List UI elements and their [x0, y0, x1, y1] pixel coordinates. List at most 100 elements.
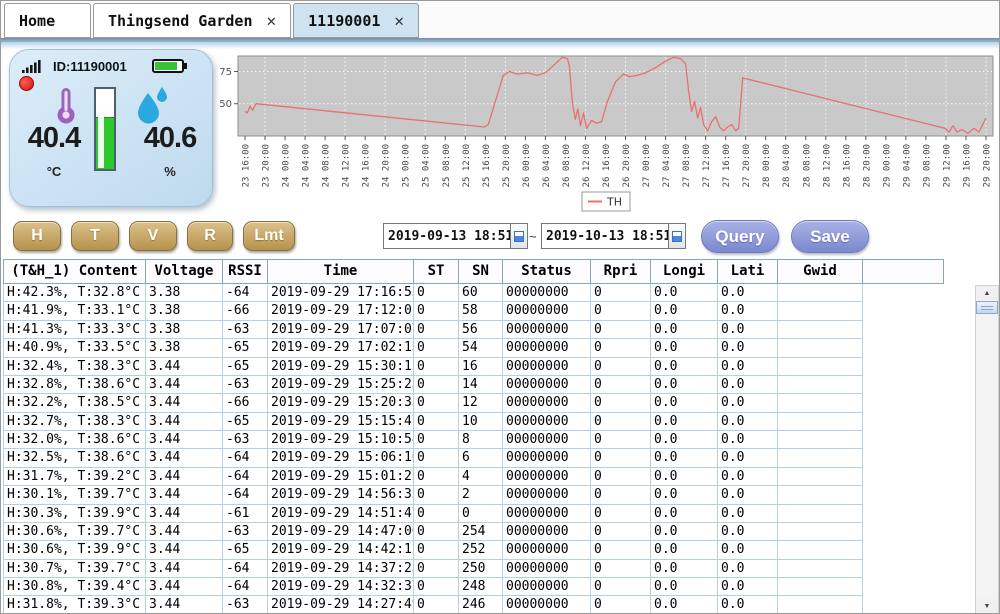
table-row[interactable]: H:41.3%, T:33.3°C 3.38 -63 2019-09-29 17:07… — [3, 320, 864, 340]
table-row[interactable]: H:30.3%, T:39.9°C 3.44 -61 2019-09-29 14:51… — [3, 504, 864, 523]
table-row[interactable]: H:30.6%, T:39.7°C 3.44 -63 2019-09-29 14:47… — [3, 522, 864, 542]
table-cell: 0 — [591, 559, 651, 578]
table-cell: H:30.1%, T:39.7°C — [3, 486, 146, 505]
table-cell: 00000000 — [503, 504, 591, 523]
table-cell: H:32.2%, T:38.5°C — [3, 394, 146, 413]
table-cell — [778, 578, 863, 597]
filter-button-v[interactable]: V — [129, 221, 177, 251]
table-cell: 3.44 — [146, 504, 223, 523]
table-cell: 0 — [591, 357, 651, 376]
table-cell: 2019-09-29 14:47:00 — [268, 522, 414, 542]
table-row[interactable]: H:40.9%, T:33.5°C 3.38 -65 2019-09-29 17:02… — [3, 339, 864, 358]
table-cell: 00000000 — [503, 339, 591, 358]
table-row[interactable]: H:31.7%, T:39.2°C 3.44 -64 2019-09-29 15:01… — [3, 467, 864, 487]
table-cell: 54 — [459, 339, 503, 358]
tab-thingsend-garden[interactable]: Thingsend Garden ✕ — [93, 3, 292, 38]
table-cell: 2019-09-29 15:20:35 — [268, 394, 414, 413]
table-cell: 0.0 — [651, 284, 718, 303]
table-row[interactable]: H:32.7%, T:38.3°C 3.44 -65 2019-09-29 15:15… — [3, 412, 864, 431]
table-row[interactable]: H:30.1%, T:39.7°C 3.44 -64 2019-09-29 14:56… — [3, 486, 864, 505]
table-cell: 0 — [591, 394, 651, 413]
table-cell: 3.44 — [146, 486, 223, 505]
column-header: Lati — [718, 260, 778, 283]
table-cell: 3.38 — [146, 284, 223, 303]
table-row[interactable]: H:41.9%, T:33.1°C 3.38 -66 2019-09-29 17:12… — [3, 302, 864, 321]
table-row[interactable]: H:32.2%, T:38.5°C 3.44 -66 2019-09-29 15:20… — [3, 394, 864, 413]
tab-label: Home — [19, 11, 56, 30]
query-button[interactable]: Query — [701, 220, 779, 253]
table-cell: 0 — [414, 320, 459, 340]
table-cell: 3.44 — [146, 412, 223, 431]
table-row[interactable]: H:32.4%, T:38.3°C 3.44 -65 2019-09-29 15:30… — [3, 357, 864, 376]
svg-text:24 16:00: 24 16:00 — [362, 144, 372, 187]
table-cell: 3.38 — [146, 320, 223, 340]
svg-text:25 08:00: 25 08:00 — [442, 144, 452, 187]
column-header: Gwid — [778, 260, 863, 283]
filter-button-lmt[interactable]: Lmt — [243, 221, 295, 251]
table-cell — [778, 467, 863, 487]
table-cell: 3.44 — [146, 449, 223, 468]
date-from-input[interactable] — [383, 223, 511, 249]
table-cell: 0.0 — [651, 357, 718, 376]
table-cell — [778, 504, 863, 523]
table-cell: 3.44 — [146, 578, 223, 597]
table-cell: 0.0 — [651, 394, 718, 413]
filter-button-t[interactable]: T — [71, 221, 119, 251]
table-cell: 00000000 — [503, 375, 591, 395]
tab-close-icon[interactable]: ✕ — [394, 11, 404, 30]
table-cell: 2019-09-29 15:06:10 — [268, 449, 414, 468]
scroll-down-icon[interactable]: ▼ — [976, 599, 998, 613]
table-cell: -66 — [223, 302, 268, 321]
table-cell: 0.0 — [651, 339, 718, 358]
svg-text:26 16:00: 26 16:00 — [602, 144, 612, 187]
table-row[interactable]: H:30.7%, T:39.7°C 3.44 -64 2019-09-29 14:37… — [3, 559, 864, 578]
table-cell: 2019-09-29 17:16:55 — [268, 284, 414, 303]
tab-close-icon[interactable]: ✕ — [267, 11, 277, 30]
date-to-input[interactable] — [541, 223, 669, 249]
table-cell: H:32.8%, T:38.6°C — [3, 375, 146, 395]
table-cell: 0 — [591, 504, 651, 523]
table-row[interactable]: H:42.3%, T:32.8°C 3.38 -64 2019-09-29 17:16… — [3, 284, 864, 303]
table-cell: 0.0 — [718, 504, 778, 523]
table-cell: -63 — [223, 596, 268, 613]
table-cell: 0.0 — [651, 449, 718, 468]
date-from-picker-button[interactable] — [511, 223, 528, 249]
filter-button-h[interactable]: H — [13, 221, 61, 251]
svg-text:24 12:00: 24 12:00 — [342, 144, 352, 187]
table-cell — [778, 449, 863, 468]
table-cell: H:32.5%, T:38.6°C — [3, 449, 146, 468]
table-row[interactable]: H:32.8%, T:38.6°C 3.44 -63 2019-09-29 15:25… — [3, 375, 864, 395]
scrollbar-thumb[interactable] — [976, 301, 998, 314]
table-row[interactable]: H:31.8%, T:39.3°C 3.44 -63 2019-09-29 14:27… — [3, 596, 864, 613]
table-cell: 10 — [459, 412, 503, 431]
tab-11190001[interactable]: 11190001 ✕ — [293, 3, 420, 38]
tab-home[interactable]: Home — [4, 3, 91, 38]
table-cell: 3.44 — [146, 522, 223, 542]
table-cell: 0 — [591, 449, 651, 468]
table-scrollbar[interactable]: ▲ ▼ — [975, 285, 999, 613]
table-cell: 0 — [591, 596, 651, 613]
svg-text:29 00:00: 29 00:00 — [882, 144, 892, 187]
table-row[interactable]: H:30.6%, T:39.9°C 3.44 -65 2019-09-29 14:42… — [3, 541, 864, 560]
date-to-picker-button[interactable] — [669, 223, 686, 249]
column-header: Voltage — [146, 260, 223, 283]
scroll-up-icon[interactable]: ▲ — [976, 286, 998, 300]
water-drop-icon — [138, 87, 167, 124]
filter-button-r[interactable]: R — [187, 221, 233, 251]
table-cell: H:32.0%, T:38.6°C — [3, 431, 146, 450]
table-row[interactable]: H:30.8%, T:39.4°C 3.44 -64 2019-09-29 14:32… — [3, 578, 864, 597]
column-header: Status — [503, 260, 591, 283]
table-row[interactable]: H:32.0%, T:38.6°C 3.44 -63 2019-09-29 15:10… — [3, 431, 864, 450]
table-row[interactable]: H:32.5%, T:38.6°C 3.44 -64 2019-09-29 15:06… — [3, 449, 864, 468]
table-cell: 0.0 — [651, 541, 718, 560]
svg-text:23 16:00: 23 16:00 — [242, 144, 252, 187]
records-table: (T&H_1) Content Voltage RSSI Time ST SN Status… — [3, 259, 944, 613]
save-button[interactable]: Save — [791, 220, 869, 253]
table-cell — [778, 522, 863, 542]
table-cell: 3.38 — [146, 302, 223, 321]
temperature-unit: °C — [46, 164, 62, 179]
battery-icon — [152, 59, 187, 73]
table-cell — [778, 486, 863, 505]
table-cell: 00000000 — [503, 522, 591, 542]
table-cell: 0 — [414, 541, 459, 560]
